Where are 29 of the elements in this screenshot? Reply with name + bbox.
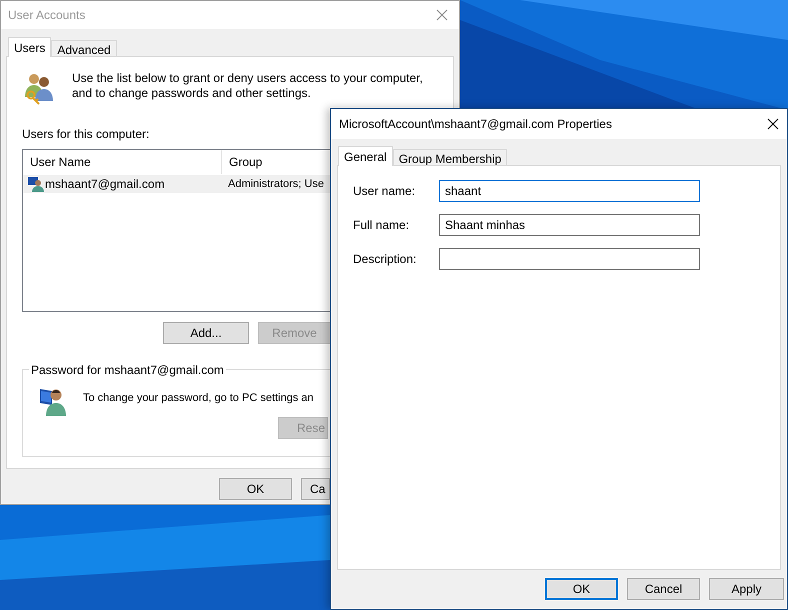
field-label: Description:	[353, 251, 418, 268]
tab[interactable]: Users	[8, 37, 52, 57]
column-header[interactable]: User Name	[23, 150, 222, 174]
dialog-button[interactable]: OK	[219, 478, 292, 500]
user-computer-icon	[28, 176, 44, 192]
dialog-button[interactable]: Cancel	[627, 578, 700, 600]
password-info-text: To change your password, go to PC settings an	[83, 391, 314, 406]
group-cell-text: Administrators; Use	[227, 176, 324, 192]
column-header[interactable]: Group	[222, 150, 270, 174]
dialog-button[interactable]: Apply	[709, 578, 784, 600]
dialog-button[interactable]: Ca	[301, 478, 330, 500]
field-label: Full name:	[353, 217, 410, 234]
user-name-cell-text: mshaant7@gmail.com	[45, 176, 165, 193]
instructions-text: Use the list below to grant or deny users access to your computer, and to change passwords and other settings.	[72, 71, 424, 102]
dialog-button[interactable]: OK	[545, 578, 618, 600]
list-row[interactable]: mshaant7@gmail.com Administrators; Use	[23, 175, 330, 193]
text-field[interactable]: shaant	[439, 180, 700, 202]
list-label: Users for this computer:	[22, 126, 150, 143]
tab[interactable]: Advanced	[51, 40, 117, 57]
dialog-button[interactable]: Add...	[163, 322, 249, 344]
text-field[interactable]	[439, 248, 700, 270]
window-title: MicrosoftAccount\mshaant7@gmail.com Properties	[339, 116, 612, 133]
close-icon[interactable]	[767, 118, 779, 130]
tab[interactable]: Group Membership	[392, 149, 508, 166]
users-key-icon	[22, 71, 56, 105]
tab[interactable]: General	[338, 146, 393, 166]
text-field[interactable]: Shaant minhas	[439, 214, 700, 236]
window-title: User Accounts	[8, 7, 86, 24]
field-label: User name:	[353, 183, 416, 200]
